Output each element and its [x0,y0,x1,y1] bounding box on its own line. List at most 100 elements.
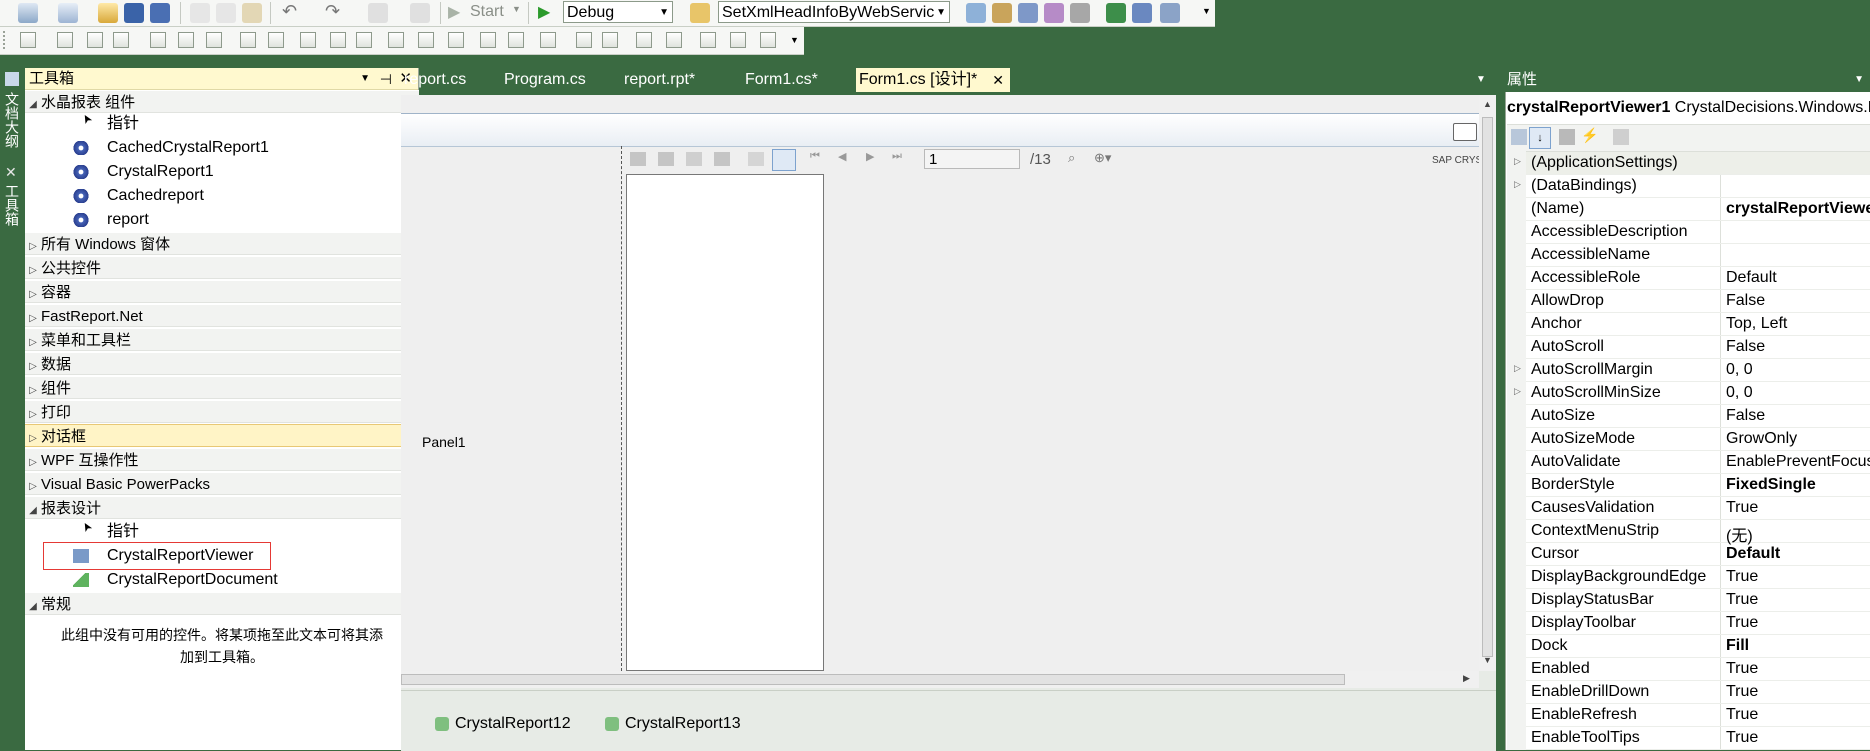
start-page-icon[interactable] [1106,3,1126,23]
previous-page-icon[interactable]: ◀ [838,150,846,163]
toolbox-window-icon[interactable] [1070,3,1090,23]
property-row[interactable]: Anchor Top, Left [1526,313,1870,336]
categorized-icon[interactable] [1511,129,1527,145]
zoom-icon[interactable]: ⊕▾ [1094,150,1111,166]
toolbox-item[interactable]: CrystalReport1 [25,160,419,184]
property-value[interactable]: False [1726,338,1765,356]
property-value[interactable]: False [1726,407,1765,425]
layout-align-icon[interactable] [388,32,404,48]
paste-icon[interactable] [242,3,262,23]
print-icon[interactable] [658,152,674,166]
layout-align-icon[interactable] [57,32,73,48]
property-value[interactable]: Top, Left [1726,315,1787,333]
property-value[interactable]: EnablePreventFocusChange [1726,453,1870,471]
horizontal-scrollbar[interactable]: ▶ [401,671,1479,688]
alphabetical-icon[interactable]: ↓ [1529,127,1551,149]
save-icon[interactable] [124,3,144,23]
layout-align-icon[interactable] [300,32,316,48]
events-icon[interactable]: ⚡ [1581,127,1598,144]
document-tab[interactable]: report.rpt* [624,68,695,92]
property-row[interactable]: (Name) crystalReportViewer1 [1526,198,1870,221]
tray-item[interactable]: CrystalReport13 [605,715,741,733]
property-value[interactable]: crystalReportViewer1 [1726,200,1870,218]
scroll-thumb[interactable] [401,674,1345,685]
toolbox-item[interactable]: report [25,208,419,232]
first-page-icon[interactable]: ⏮ [810,150,820,163]
properties-window-icon[interactable] [992,3,1012,23]
expand-triangle-icon[interactable]: ▷ [1514,363,1521,374]
layout-align-icon[interactable] [240,32,256,48]
tab-overflow-icon[interactable]: ▼ [1476,74,1486,85]
undo-icon[interactable]: ↶ [282,1,297,22]
property-pages-icon[interactable] [1613,129,1629,145]
property-value[interactable]: True [1726,683,1758,701]
toolbox-item[interactable]: ➤ 指针 [25,111,419,136]
layout-align-icon[interactable] [448,32,464,48]
toolbox-item[interactable]: ➤ 指针 [25,519,419,544]
property-value[interactable]: True [1726,568,1758,586]
export-icon[interactable] [630,152,646,166]
start-button[interactable]: Start [470,3,504,21]
document-tab[interactable]: report.cs [404,68,474,92]
crystal-report-viewer[interactable]: ⏮ ◀ ▶ ⏭ 1 /13 ⌕ ⊕▾ SAP CRYS [621,146,1482,671]
solution-config-select[interactable]: Debug ▼ [563,1,673,23]
property-row[interactable]: DisplayToolbar True [1526,612,1870,635]
layout-align-icon[interactable] [730,32,746,48]
property-row[interactable]: AccessibleDescription [1526,221,1870,244]
property-value[interactable]: FixedSingle [1726,476,1816,494]
property-value[interactable]: GrowOnly [1726,430,1797,448]
toolbox-group-header[interactable]: ▷ WPF 互操作性 [25,448,419,471]
toolbox-group-header[interactable]: ▷ 组件 [25,376,419,399]
property-value[interactable]: False [1726,292,1765,310]
object-browser-icon[interactable] [1018,3,1038,23]
property-row[interactable]: AllowDrop False [1526,290,1870,313]
tray-item[interactable]: CrystalReport12 [435,715,571,733]
property-row[interactable]: ContextMenuStrip (无) [1526,520,1870,545]
close-tab-icon[interactable]: ✕ [992,68,1004,92]
toolbox-group-header[interactable]: ▷ 对话框 [25,424,419,447]
layout-align-icon[interactable] [206,32,222,48]
property-value[interactable]: Default [1726,269,1777,287]
property-row[interactable]: AccessibleRole Default [1526,267,1870,290]
find-text-icon[interactable]: ⌕ [1068,150,1075,166]
layout-align-icon[interactable] [20,32,36,48]
property-row[interactable]: Dock Fill [1526,635,1870,658]
property-value[interactable]: Fill [1726,637,1749,655]
toolbox-group-header[interactable]: ▷ 公共控件 [25,256,419,279]
property-value[interactable]: True [1726,499,1758,517]
layout-align-icon[interactable] [636,32,652,48]
property-value[interactable]: 0, 0 [1726,361,1753,379]
toolbox-group-header[interactable]: ▷ 容器 [25,280,419,303]
auto-hide-pin-icon[interactable]: ⊣ [380,68,392,90]
scroll-thumb[interactable] [1482,117,1493,657]
property-value[interactable]: True [1726,706,1758,724]
layout-align-icon[interactable] [418,32,434,48]
group-tree-icon[interactable] [748,152,764,166]
command-window-icon[interactable] [1160,3,1180,23]
open-file-icon[interactable] [98,3,118,23]
navigate-icon[interactable] [368,3,388,23]
property-row[interactable]: ▷ AutoScrollMinSize 0, 0 [1514,382,1870,405]
layout-align-icon[interactable] [178,32,194,48]
toolbox-group-header[interactable]: ▷ 菜单和工具栏 [25,328,419,351]
refresh-icon[interactable] [686,152,702,166]
property-value[interactable]: True [1726,660,1758,678]
layout-align-icon[interactable] [268,32,284,48]
toolbox-tab[interactable]: 工具箱 [2,184,22,226]
property-row[interactable]: EnableDrillDown True [1526,681,1870,704]
layout-align-icon[interactable] [760,32,776,48]
toolbox-item[interactable]: CrystalReportDocument [25,568,419,592]
navigate-forward-icon[interactable] [410,3,430,23]
cut-icon[interactable] [190,3,210,23]
toolbar-overflow-icon[interactable]: ▼ [1202,6,1211,16]
layout-align-icon[interactable] [150,32,166,48]
window-position-icon[interactable]: ▼ [1854,68,1864,92]
property-row[interactable]: EnableRefresh True [1526,704,1870,727]
toggle-panel-icon[interactable] [772,149,796,171]
property-row[interactable]: AutoSizeMode GrowOnly [1526,428,1870,451]
property-row[interactable]: AutoValidate EnablePreventFocusChange [1526,451,1870,474]
toolbox-group-header[interactable]: ◢ 常规 [25,592,419,615]
copy-report-icon[interactable] [714,152,730,166]
property-row[interactable]: CausesValidation True [1526,497,1870,520]
property-value[interactable]: Default [1726,545,1780,563]
